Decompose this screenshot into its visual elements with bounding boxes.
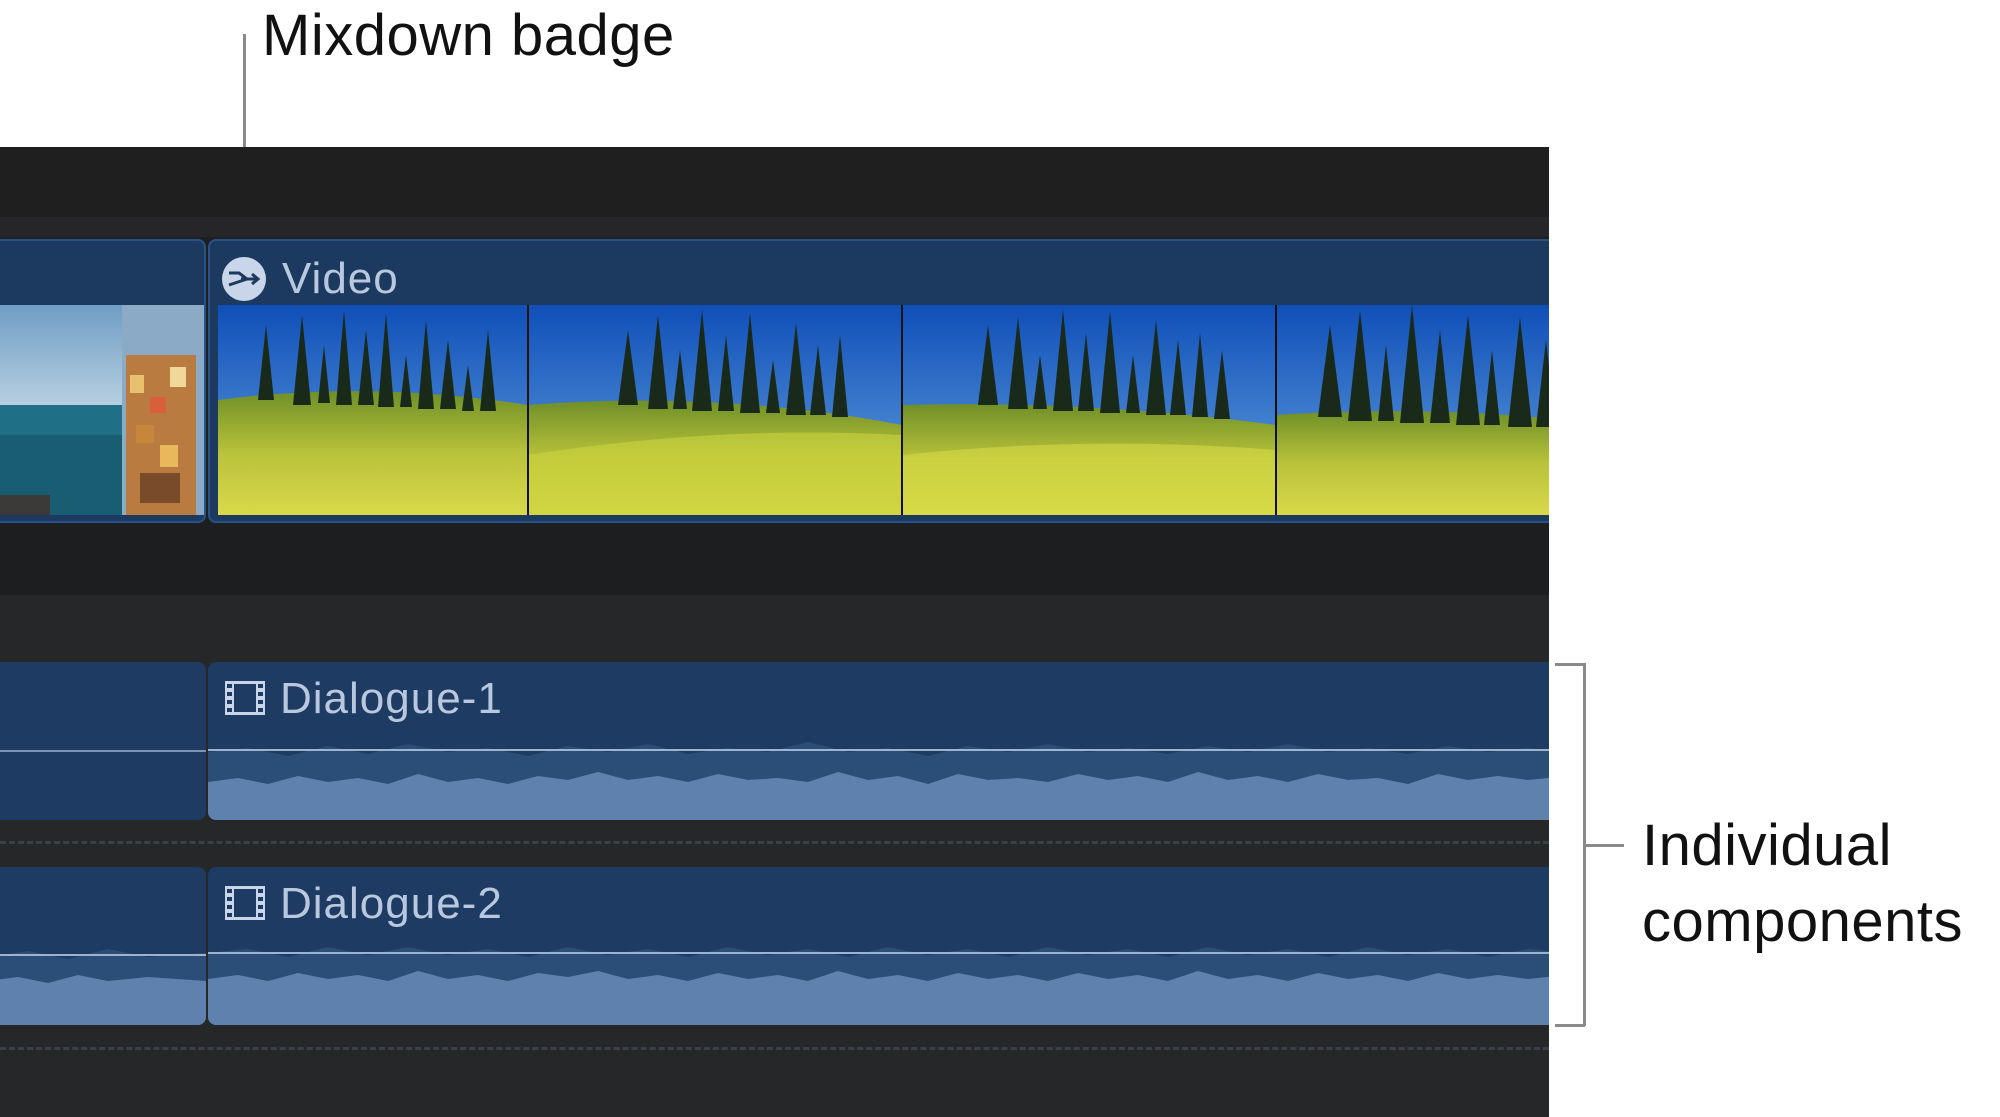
components-leader [1586,844,1624,847]
film-strip-icon [225,681,265,715]
individual-components-callout-line2: components [1642,889,1963,954]
previous-clip-2-waveform [0,949,206,1025]
components-bracket-top [1555,663,1585,666]
video-thumbnail-strip [218,305,1549,515]
mixdown-badge-callout: Mixdown badge [262,3,675,68]
individual-components-callout-line1: Individual [1642,813,1893,878]
dialogue-2-label: Dialogue-2 [280,879,503,928]
dialogue-1-waveform [208,742,1549,820]
lane-gap [0,525,1549,595]
mixdown-badge-icon[interactable] [222,257,266,301]
lane-divider-1 [0,841,1549,844]
audio-component-dialogue-2[interactable]: Dialogue-2 [208,867,1549,1025]
timeline[interactable]: Video Dialogue-1 Dialogue-2 [0,147,1549,1117]
dialogue-1-label: Dialogue-1 [280,674,503,723]
video-clip[interactable]: Video [208,239,1549,523]
previous-audio-clip-1[interactable] [0,662,206,820]
timeline-header-strip [0,217,1549,237]
lane-divider-2 [0,1047,1549,1050]
film-strip-icon [225,886,265,920]
video-clip-label: Video [282,254,399,303]
previous-clip-volume-line [0,750,206,752]
dialogue-2-waveform [208,947,1549,1025]
previous-video-clip[interactable] [0,239,206,523]
audio-component-dialogue-1[interactable]: Dialogue-1 [208,662,1549,820]
previous-clip-thumbnail [0,305,204,515]
timeline-ruler [0,147,1549,217]
previous-audio-clip-2[interactable] [0,867,206,1025]
components-bracket-bottom [1555,1024,1585,1027]
